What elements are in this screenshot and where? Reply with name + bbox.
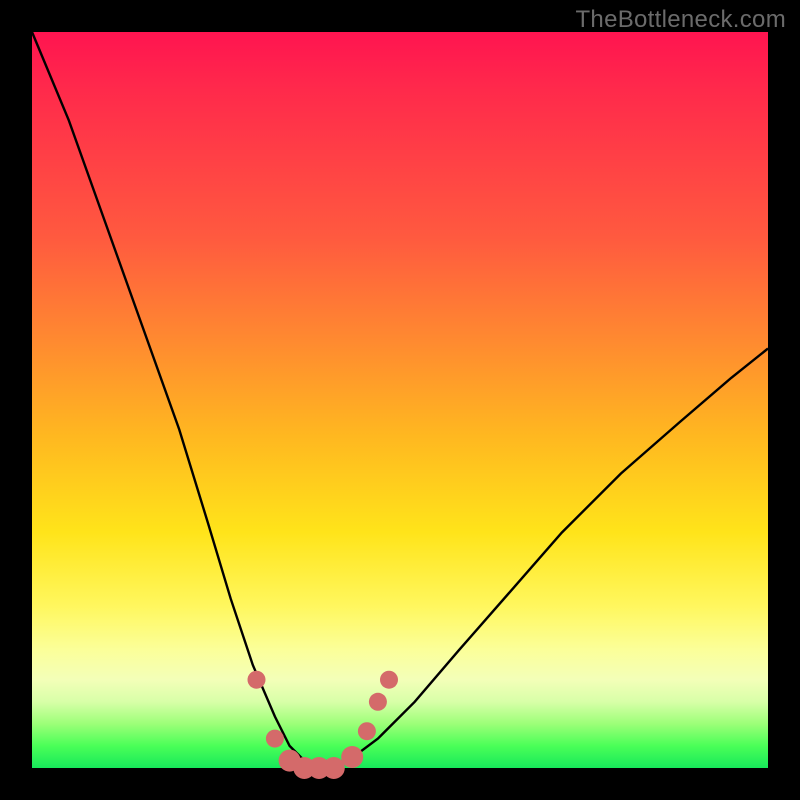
marker-point bbox=[248, 671, 266, 689]
marker-point bbox=[341, 746, 363, 768]
highlight-markers bbox=[248, 671, 399, 779]
marker-point bbox=[358, 722, 376, 740]
marker-point bbox=[323, 757, 345, 779]
marker-point bbox=[380, 671, 398, 689]
marker-point bbox=[266, 730, 284, 748]
chart-frame: TheBottleneck.com bbox=[0, 0, 800, 800]
marker-point bbox=[369, 693, 387, 711]
plot-area bbox=[32, 32, 768, 768]
bottleneck-curve-svg bbox=[32, 32, 768, 768]
bottleneck-curve bbox=[32, 32, 768, 768]
watermark-text: TheBottleneck.com bbox=[575, 6, 786, 34]
